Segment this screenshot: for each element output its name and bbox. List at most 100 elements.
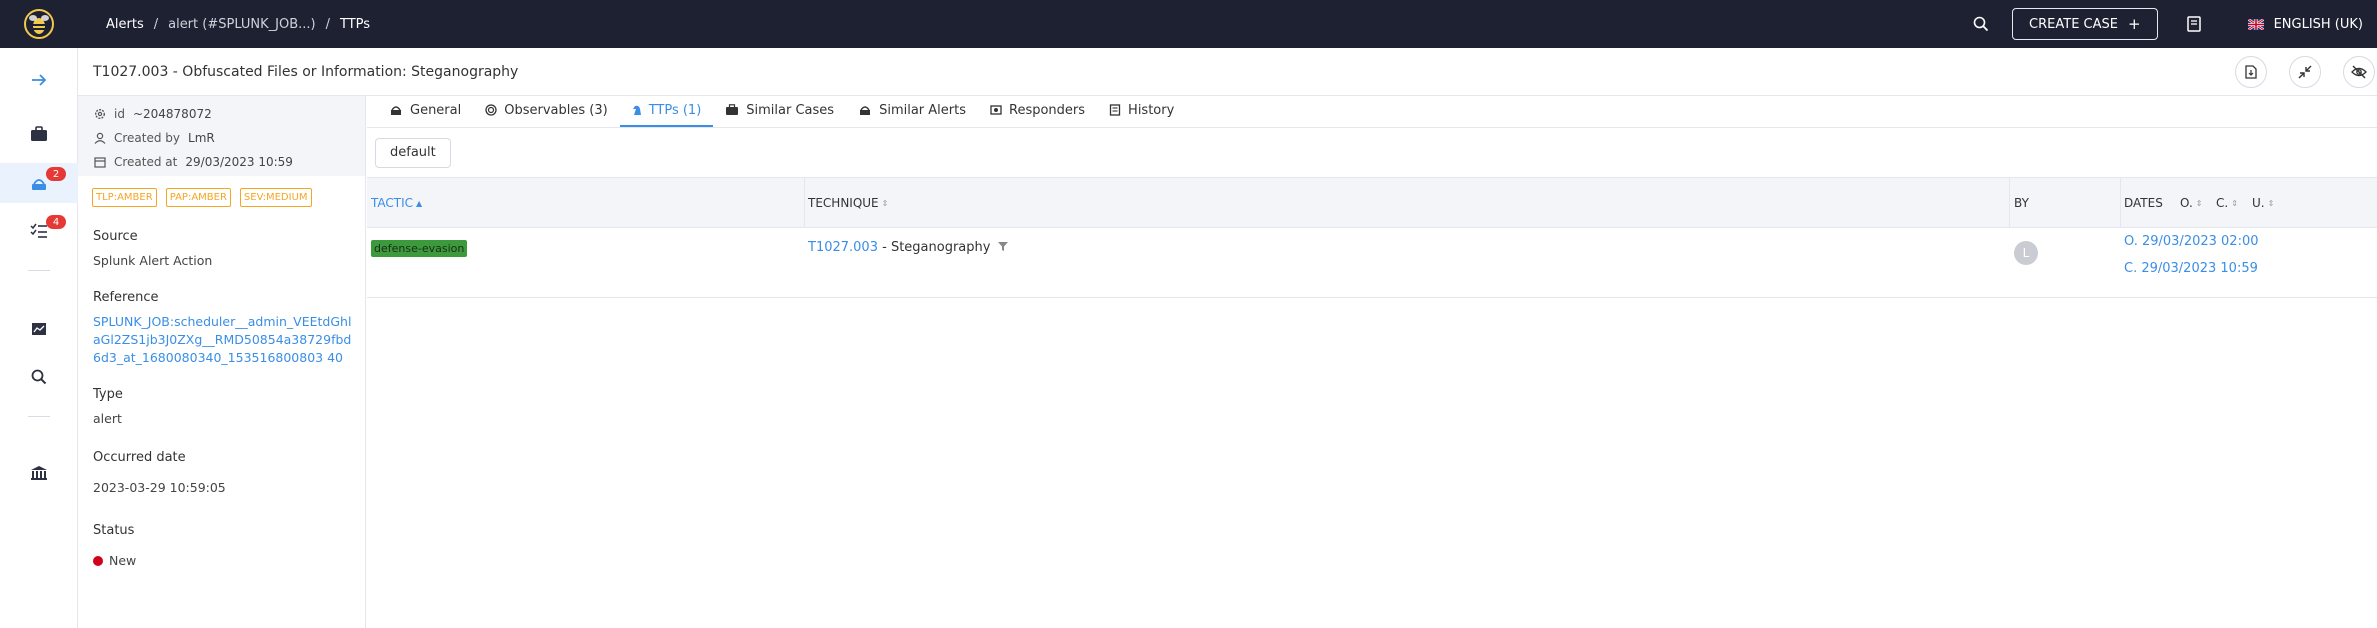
sort-icon: ⇕	[881, 198, 889, 208]
hide-button[interactable]	[2343, 56, 2375, 88]
tab-similar-alerts-label: Similar Alerts	[879, 102, 966, 118]
file-export-icon	[2245, 65, 2257, 79]
nav-search[interactable]	[0, 357, 78, 397]
briefcase-icon	[31, 126, 47, 141]
sort-opened[interactable]: O. ⇕	[2180, 178, 2202, 228]
bank-icon	[31, 466, 47, 480]
tactic-cell: defense-evasion	[371, 240, 468, 257]
created-at-value: 29/03/2023 10:59	[185, 155, 293, 169]
reference-label: Reference	[93, 290, 159, 305]
top-bar: Alerts / alert (#SPLUNK_JOB...) / TTPs C…	[0, 0, 2377, 48]
nav-cases[interactable]	[0, 114, 78, 154]
tab-observables[interactable]: Observables (3)	[473, 95, 619, 127]
status-value: New	[109, 553, 137, 568]
expand-nav-button[interactable]	[0, 60, 78, 100]
calendar-icon	[94, 157, 106, 168]
nav-alerts[interactable]: 2	[0, 163, 78, 203]
sort-asc-icon: ▲	[416, 198, 423, 208]
eye-slash-icon	[2351, 65, 2367, 79]
sort-created[interactable]: C. ⇕	[2216, 178, 2238, 228]
table-row: defense-evasion T1027.003 - Steganograph…	[367, 228, 2377, 298]
created-at-label: Created at	[114, 155, 178, 169]
occurred-label: Occurred date	[93, 450, 186, 465]
sort-icon: ⇕	[2195, 198, 2203, 208]
user-icon	[94, 132, 106, 144]
date-created[interactable]: C. 29/03/2023 10:59	[2124, 255, 2259, 282]
create-case-button[interactable]: CREATE CASE +	[2012, 8, 2158, 40]
bee-logo-icon	[24, 9, 54, 39]
sort-opened-label: O.	[2180, 196, 2193, 210]
column-divider	[2120, 178, 2121, 228]
create-case-label: CREATE CASE	[2029, 16, 2118, 32]
reference-link[interactable]: SPLUNK_JOB:scheduler__admin_VEEtdGhlaGl2…	[93, 313, 355, 367]
page-title: T1027.003 - Obfuscated Files or Informat…	[93, 63, 519, 80]
column-technique-label: TECHNIQUE	[808, 196, 879, 210]
pap-tag: PAP:AMBER	[165, 188, 231, 207]
ttps-main: General Observables (3) TTPs (1) Similar…	[367, 96, 2377, 628]
arrow-right-icon	[32, 74, 47, 86]
date-opened[interactable]: O. 29/03/2023 02:00	[2124, 228, 2259, 255]
filter-icon[interactable]	[997, 242, 1008, 251]
responder-icon	[990, 105, 1002, 115]
tab-similar-cases-label: Similar Cases	[746, 102, 835, 118]
alert-meta: id ~204878072 Created by LmR Created at …	[78, 96, 365, 176]
chess-knight-icon	[632, 105, 641, 115]
breadcrumb-alerts[interactable]: Alerts	[106, 17, 144, 32]
column-divider	[804, 178, 805, 228]
briefcase-icon	[726, 104, 739, 115]
technique-cell: T1027.003 - Steganography	[808, 240, 1008, 255]
status-value-wrap: New	[93, 552, 365, 570]
plus-icon: +	[2127, 15, 2141, 33]
tab-similar-alerts[interactable]: Similar Alerts	[846, 95, 978, 127]
book-icon[interactable]	[2174, 16, 2214, 32]
tab-responders[interactable]: Responders	[978, 95, 1097, 127]
id-value: ~204878072	[132, 107, 212, 121]
export-pdf-button[interactable]	[2235, 56, 2267, 88]
column-dates: DATES	[2124, 178, 2163, 228]
sort-updated[interactable]: U. ⇕	[2252, 178, 2274, 228]
left-nav: 2 4	[0, 48, 78, 628]
nav-tasks[interactable]: 4	[0, 211, 78, 251]
language-selector[interactable]: ENGLISH (UK)	[2247, 16, 2363, 32]
reference-field: Reference SPLUNK_JOB:scheduler__admin_VE…	[78, 290, 365, 367]
tasks-badge: 4	[46, 215, 66, 229]
breadcrumb: Alerts / alert (#SPLUNK_JOB...) / TTPs	[106, 17, 370, 32]
column-by-label: BY	[2014, 196, 2029, 210]
source-field: Source Splunk Alert Action	[78, 229, 365, 270]
sort-updated-label: U.	[2252, 196, 2265, 210]
breadcrumb-alert[interactable]: alert (#SPLUNK_JOB...)	[168, 17, 316, 32]
status-dot-icon	[93, 556, 103, 566]
tab-similar-cases[interactable]: Similar Cases	[713, 95, 846, 127]
tab-bar: General Observables (3) TTPs (1) Similar…	[367, 96, 2377, 128]
column-tactic[interactable]: TACTIC ▲	[371, 178, 422, 228]
app-logo[interactable]	[0, 0, 78, 48]
tab-ttps[interactable]: TTPs (1)	[619, 95, 714, 127]
nav-organisation[interactable]	[0, 453, 78, 493]
avatar: L	[2014, 241, 2038, 265]
created-by-label: Created by	[114, 131, 181, 145]
nav-dashboards[interactable]	[0, 309, 78, 349]
tab-responders-label: Responders	[1009, 102, 1086, 118]
default-filter-button[interactable]: default	[375, 137, 451, 168]
search-icon[interactable]	[1966, 16, 1996, 32]
technique-name: - Steganography	[877, 240, 991, 255]
breadcrumb-separator: /	[325, 16, 331, 32]
tab-history[interactable]: History	[1097, 95, 1186, 127]
collapse-button[interactable]	[2289, 56, 2321, 88]
gear-icon	[94, 108, 106, 120]
column-divider	[2009, 178, 2010, 228]
type-value: alert	[93, 411, 122, 426]
tag-list: TLP:AMBER PAP:AMBER SEV:MEDIUM	[78, 188, 365, 207]
tab-general-label: General	[410, 102, 462, 118]
history-icon	[1109, 104, 1121, 116]
column-technique[interactable]: TECHNIQUE ⇕	[808, 178, 888, 228]
alert-details-panel: id ~204878072 Created by LmR Created at …	[78, 96, 366, 628]
tab-general[interactable]: General	[377, 95, 473, 127]
status-label: Status	[93, 523, 135, 538]
tab-history-label: History	[1128, 102, 1175, 118]
compress-icon	[2298, 65, 2312, 79]
technique-link[interactable]: T1027.003	[808, 240, 878, 255]
sort-icon: ⇕	[2267, 198, 2275, 208]
language-label: ENGLISH (UK)	[2273, 16, 2363, 32]
meta-id: id ~204878072	[78, 102, 365, 126]
